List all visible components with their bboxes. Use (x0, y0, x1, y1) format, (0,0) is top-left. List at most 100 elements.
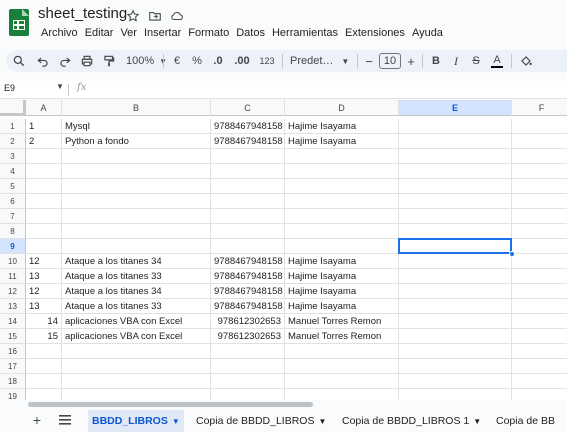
italic-button[interactable]: I (446, 50, 466, 72)
more-formats-button[interactable]: 123 (255, 50, 279, 72)
paint-format-icon[interactable] (98, 50, 120, 72)
cell-f6[interactable] (512, 194, 567, 209)
cell-e18[interactable] (399, 374, 512, 389)
cell-c16[interactable] (211, 344, 285, 359)
cell-a5[interactable] (26, 179, 62, 194)
cell-e1[interactable] (399, 119, 512, 134)
cell-f19[interactable] (512, 389, 567, 400)
cell-d4[interactable] (285, 164, 399, 179)
cell-e10[interactable] (399, 254, 512, 269)
column-header-f[interactable]: F (512, 100, 567, 116)
cell-b9[interactable] (62, 239, 211, 254)
decrease-decimal-button[interactable]: .0 (207, 50, 229, 72)
cell-d17[interactable] (285, 359, 399, 374)
row-header[interactable]: 4 (0, 164, 26, 179)
cell-a13[interactable]: 13 (26, 299, 62, 314)
plus-icon[interactable]: + (28, 412, 46, 428)
cell-b19[interactable] (62, 389, 211, 400)
menu-item-herramientas[interactable]: Herramientas (269, 27, 341, 39)
row-header[interactable]: 18 (0, 374, 26, 389)
cell-e11[interactable] (399, 269, 512, 284)
cell-c11[interactable]: 9788467948158 (211, 269, 285, 284)
cell-c4[interactable] (211, 164, 285, 179)
cell-e17[interactable] (399, 359, 512, 374)
cell-d1[interactable]: Hajime Isayama (285, 119, 399, 134)
cell-d15[interactable]: Manuel Torres Remon (285, 329, 399, 344)
cell-d12[interactable]: Hajime Isayama (285, 284, 399, 299)
increase-decimal-button[interactable]: .00 (229, 50, 255, 72)
cell-f5[interactable] (512, 179, 567, 194)
cell-e7[interactable] (399, 209, 512, 224)
menu-item-ver[interactable]: Ver (117, 27, 140, 39)
row-header[interactable]: 3 (0, 149, 26, 164)
cell-b12[interactable]: Ataque a los titanes 34 (62, 284, 211, 299)
row-header[interactable]: 10 (0, 254, 26, 269)
cell-b14[interactable]: aplicaciones VBA con Excel (62, 314, 211, 329)
cell-e3[interactable] (399, 149, 512, 164)
menu-item-datos[interactable]: Datos (233, 27, 268, 39)
cell-f17[interactable] (512, 359, 567, 374)
cell-b6[interactable] (62, 194, 211, 209)
chevron-down-icon[interactable]: ▼ (473, 417, 481, 426)
cell-b17[interactable] (62, 359, 211, 374)
cell-c15[interactable]: 978612302653 (211, 329, 285, 344)
cell-a8[interactable] (26, 224, 62, 239)
cell-b7[interactable] (62, 209, 211, 224)
fill-color-icon[interactable] (515, 50, 537, 72)
cell-d6[interactable] (285, 194, 399, 209)
column-header-d[interactable]: D (285, 100, 399, 116)
folder-move-icon[interactable] (147, 8, 163, 24)
text-color-button[interactable]: A (486, 50, 508, 72)
cloud-status-icon[interactable] (169, 8, 185, 24)
row-header[interactable]: 7 (0, 209, 26, 224)
cell-b2[interactable]: Python a fondo (62, 134, 211, 149)
cell-b1[interactable]: Mysql (62, 119, 211, 134)
cell-f3[interactable] (512, 149, 567, 164)
spreadsheet-grid[interactable]: A B C D E F 1 1 Mysql 9788467948158 Hajime Isayama… (0, 100, 567, 400)
cell-b8[interactable] (62, 224, 211, 239)
column-header-b[interactable]: B (62, 100, 211, 116)
row-header[interactable]: 19 (0, 389, 26, 400)
cell-e5[interactable] (399, 179, 512, 194)
cell-c1[interactable]: 9788467948158 (211, 119, 285, 134)
cell-f14[interactable] (512, 314, 567, 329)
cell-c12[interactable]: 9788467948158 (211, 284, 285, 299)
row-header[interactable]: 5 (0, 179, 26, 194)
sheet-tab[interactable]: Copia de BBDD_LIBROS ▼ (192, 410, 330, 432)
cell-c10[interactable]: 9788467948158 (211, 254, 285, 269)
cell-c2[interactable]: 9788467948158 (211, 134, 285, 149)
cell-c13[interactable]: 9788467948158 (211, 299, 285, 314)
cell-f4[interactable] (512, 164, 567, 179)
cell-f7[interactable] (512, 209, 567, 224)
cell-d3[interactable] (285, 149, 399, 164)
cell-e19[interactable] (399, 389, 512, 400)
cell-e14[interactable] (399, 314, 512, 329)
cell-f11[interactable] (512, 269, 567, 284)
row-header[interactable]: 11 (0, 269, 26, 284)
row-header[interactable]: 17 (0, 359, 26, 374)
zoom-select[interactable]: 100% ▼ (120, 50, 167, 72)
cell-a7[interactable] (26, 209, 62, 224)
cell-e13[interactable] (399, 299, 512, 314)
redo-icon[interactable] (54, 50, 76, 72)
document-title[interactable]: sheet_testing (38, 5, 127, 22)
cell-c19[interactable] (211, 389, 285, 400)
cell-a4[interactable] (26, 164, 62, 179)
currency-format-button[interactable]: € (167, 50, 187, 72)
cell-d13[interactable]: Hajime Isayama (285, 299, 399, 314)
row-header[interactable]: 15 (0, 329, 26, 344)
cell-b11[interactable]: Ataque a los titanes 33 (62, 269, 211, 284)
row-header[interactable]: 8 (0, 224, 26, 239)
menu-item-archivo[interactable]: Archivo (38, 27, 81, 39)
cell-a18[interactable] (26, 374, 62, 389)
cell-f13[interactable] (512, 299, 567, 314)
sheets-logo-icon[interactable] (9, 9, 29, 36)
cell-a17[interactable] (26, 359, 62, 374)
cell-c8[interactable] (211, 224, 285, 239)
cell-d7[interactable] (285, 209, 399, 224)
cell-b4[interactable] (62, 164, 211, 179)
cell-c3[interactable] (211, 149, 285, 164)
cell-c9[interactable] (211, 239, 285, 254)
cell-c18[interactable] (211, 374, 285, 389)
cell-a11[interactable]: 13 (26, 269, 62, 284)
